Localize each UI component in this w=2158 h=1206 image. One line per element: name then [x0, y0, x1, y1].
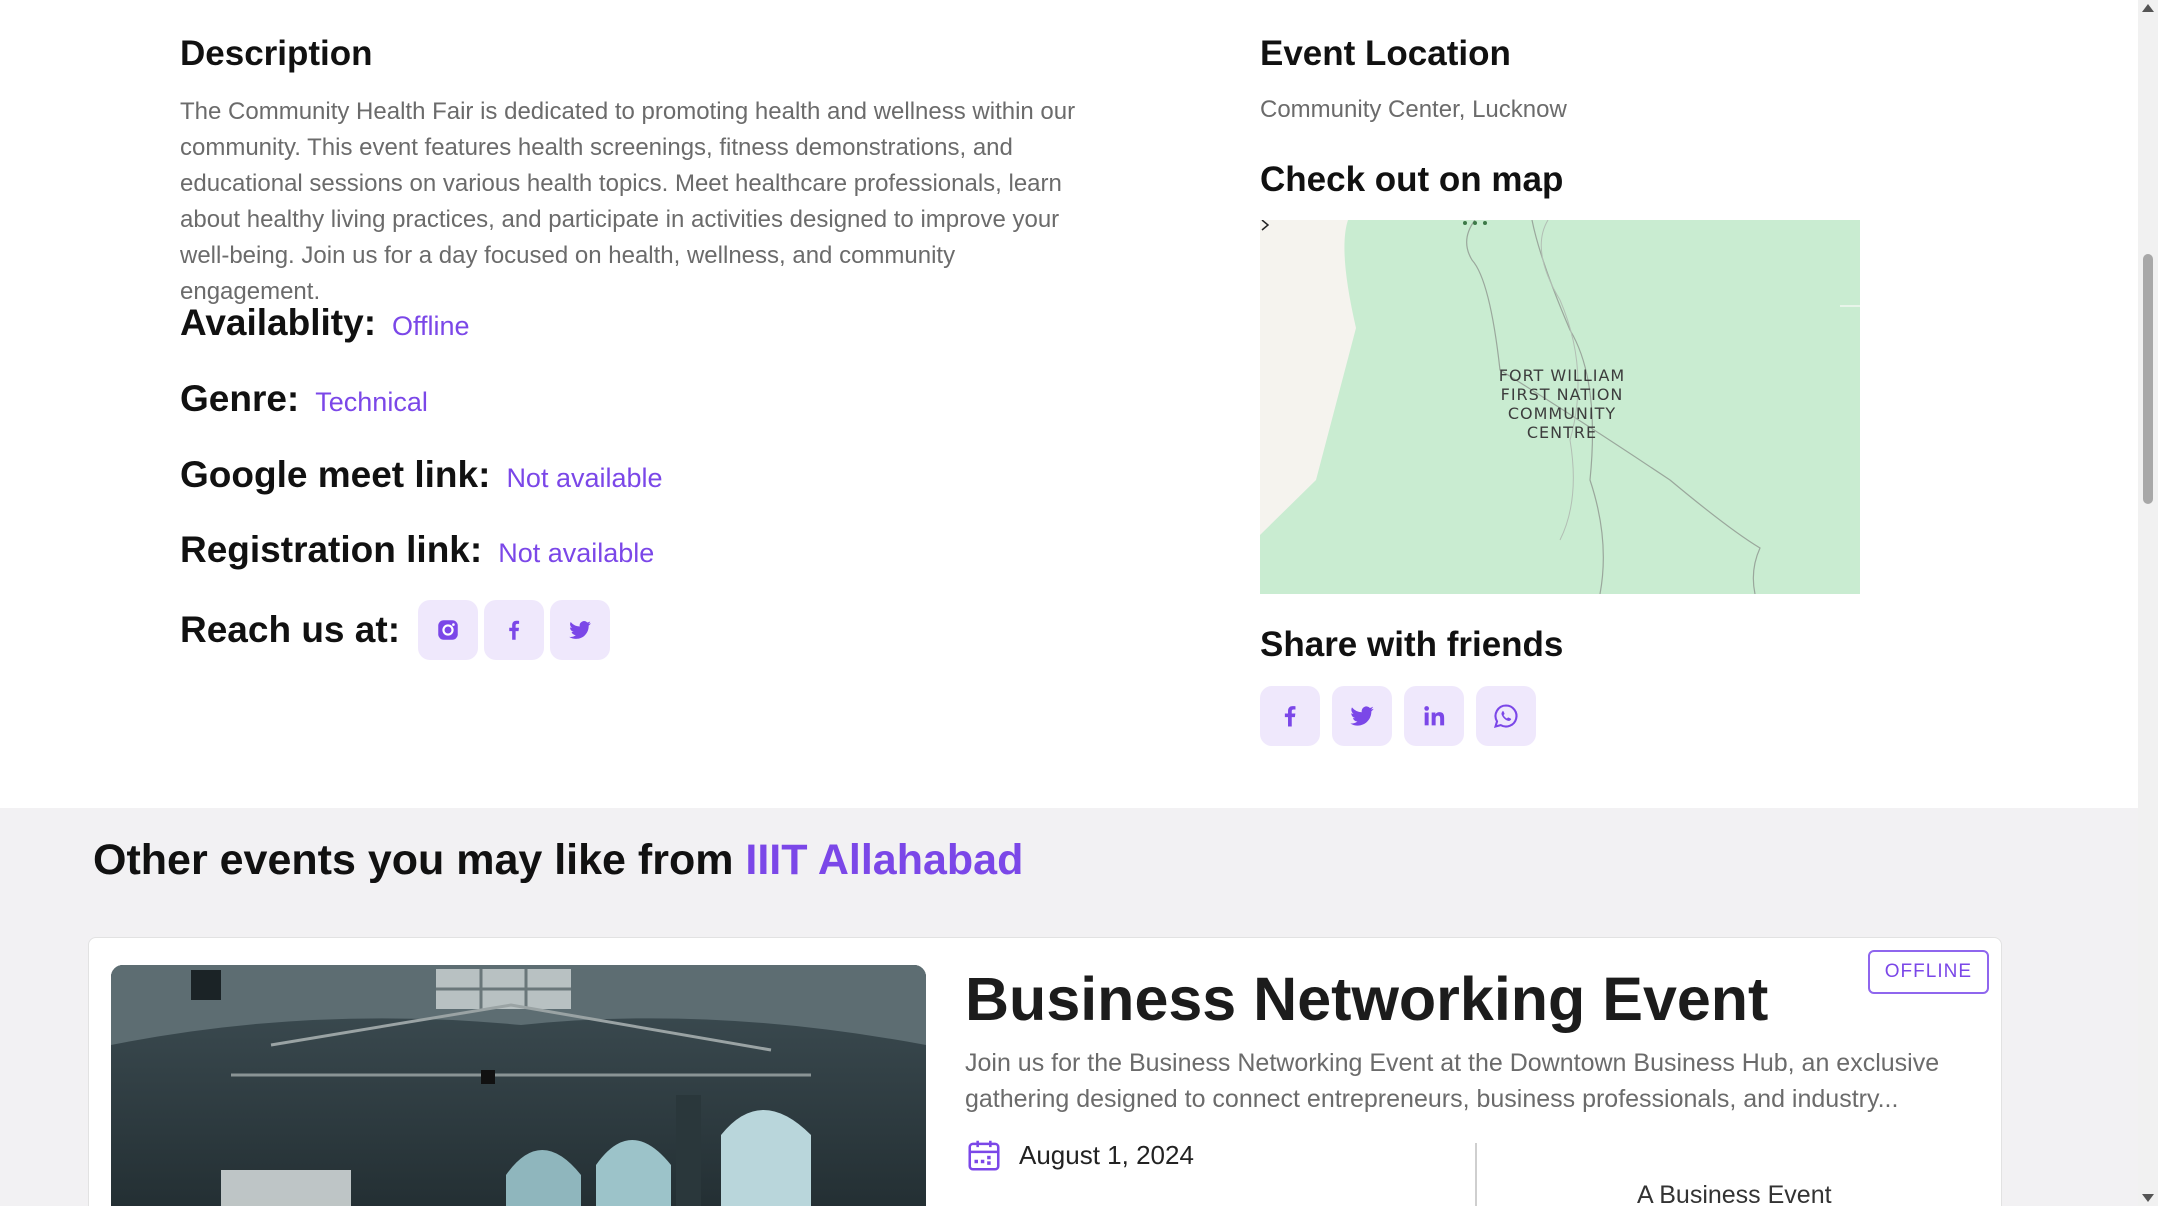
card-divider [1475, 1143, 1477, 1206]
description-heading: Description [180, 34, 373, 73]
registration-label: Registration link: [180, 529, 483, 570]
facebook-icon [509, 620, 520, 640]
description-text: The Community Health Fair is dedicated t… [180, 98, 1076, 305]
event-date-text: August 1, 2024 [1019, 1139, 1194, 1170]
google-meet-label: Google meet link: [180, 454, 491, 495]
event-location-heading: Event Location [1260, 34, 1511, 73]
share-linkedin-button[interactable] [1404, 686, 1464, 746]
event-date: August 1, 2024 [965, 1136, 1194, 1174]
event-title[interactable]: Business Networking Event [965, 964, 1768, 1034]
event-hall-photo [111, 965, 926, 1206]
google-meet-row: Google meet link: Not available [180, 454, 663, 496]
map-heading: Check out on map [1260, 160, 1564, 199]
availability-label: Availablity: [180, 302, 377, 343]
linkedin-icon [1424, 706, 1445, 726]
event-subtitle: A Business Event [1637, 1181, 1832, 1206]
registration-row: Registration link: Not available [180, 529, 654, 571]
map-label-line: FORT WILLIAM [1498, 366, 1626, 385]
twitter-button[interactable] [550, 600, 611, 660]
facebook-button[interactable] [484, 600, 545, 660]
whatsapp-icon [1493, 704, 1518, 728]
facebook-icon [1284, 706, 1296, 727]
map-place-label: FORT WILLIAM FIRST NATION COMMUNITY CENT… [1492, 366, 1632, 442]
scroll-thumb[interactable] [2143, 254, 2153, 504]
event-description: Join us for the Business Networking Even… [965, 1049, 1940, 1113]
location-map[interactable]: FORT WILLIAM FIRST NATION COMMUNITY CENT… [1260, 220, 1860, 594]
map-label-line: COMMUNITY [1507, 404, 1617, 423]
share-heading: Share with friends [1260, 625, 1564, 664]
other-events-heading: Other events you may like from IIIT Alla… [93, 836, 1023, 885]
reach-us-row: Reach us at: [180, 600, 616, 660]
share-whatsapp-button[interactable] [1476, 686, 1536, 746]
instagram-icon [438, 620, 458, 640]
event-card[interactable]: Business Networking Event Join us for th… [88, 937, 2002, 1206]
map-label-line: FIRST NATION [1500, 385, 1624, 404]
scroll-down-icon[interactable] [2142, 1194, 2154, 1202]
availability-value: Offline [392, 311, 470, 341]
calendar-icon [968, 1140, 1000, 1171]
vertical-scrollbar[interactable] [2138, 0, 2158, 1206]
availability-badge: OFFLINE [1867, 950, 1989, 994]
google-meet-value[interactable]: Not available [506, 463, 662, 494]
availability-row: Availablity: Offline [180, 302, 470, 344]
genre-row: Genre: Technical [180, 378, 428, 420]
other-events-heading-prefix: Other events you may like from [93, 836, 734, 884]
map-label-line: CENTRE [1526, 423, 1598, 442]
share-buttons [1260, 686, 1548, 746]
event-details-page: Description The Community Health Fair is… [0, 0, 2138, 1206]
event-location-text: Community Center, Lucknow [1260, 96, 1567, 123]
share-twitter-button[interactable] [1332, 686, 1392, 746]
registration-value[interactable]: Not available [498, 538, 654, 569]
instagram-button[interactable] [418, 600, 479, 660]
event-image [111, 965, 926, 1206]
genre-value: Technical [315, 387, 428, 417]
scroll-up-icon[interactable] [2142, 4, 2154, 12]
organizer-link[interactable]: IIIT Allahabad [745, 836, 1023, 884]
twitter-icon [569, 621, 591, 639]
reach-us-label: Reach us at: [180, 609, 401, 650]
share-facebook-button[interactable] [1260, 686, 1320, 746]
twitter-icon [1350, 706, 1374, 726]
genre-label: Genre: [180, 378, 300, 419]
